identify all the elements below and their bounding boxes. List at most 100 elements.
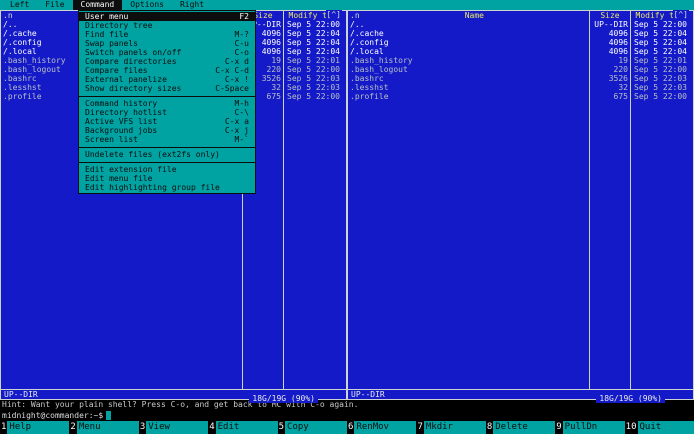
menu-item[interactable]: External panelize C-x ! [79, 75, 255, 84]
menu-item[interactable]: Undelete files (ext2fs only) [79, 150, 255, 159]
menu-item[interactable]: Switch panels on/off C-o [79, 48, 255, 57]
menu-item[interactable]: User menu F2 [79, 12, 255, 21]
file-mtime: Sep 5 22:00 [287, 65, 340, 74]
function-key-button[interactable]: 4 Edit [208, 421, 278, 434]
file-mtime: Sep 5 22:04 [287, 38, 340, 47]
menu-bar-item[interactable]: Options [122, 0, 172, 10]
command-line[interactable]: midnight@commander:~$ [0, 410, 694, 421]
file-row[interactable]: .profile 675 Sep 5 22:00 [348, 92, 693, 101]
menu-item-shortcut: C-x C-d [215, 66, 249, 75]
file-row[interactable]: .bash_history 19 Sep 5 22:01 [348, 56, 693, 65]
file-row[interactable]: /.local 4096 Sep 5 22:04 [348, 47, 693, 56]
function-key-button[interactable]: 10 Quit [625, 421, 694, 434]
function-key-button[interactable]: 9 PullDn [555, 421, 625, 434]
file-mtime: Sep 5 22:00 [287, 20, 340, 29]
menu-item[interactable]: Swap panels C-u [79, 39, 255, 48]
menu-item[interactable]: Find file M-? [79, 30, 255, 39]
function-key-label: View [146, 421, 209, 434]
panel-header: .n Name Size Modify time [348, 11, 693, 20]
function-key-button[interactable]: 1 Help [0, 421, 70, 434]
panel-history-icon[interactable]: [^] [325, 10, 342, 19]
menu-item-label: Swap panels [85, 39, 138, 48]
file-row[interactable]: /.cache 4096 Sep 5 22:04 [348, 29, 693, 38]
file-size: 4096 [589, 47, 631, 56]
file-row[interactable]: .bash_logout 220 Sep 5 22:00 [348, 65, 693, 74]
function-key-number: 7 [417, 422, 423, 432]
file-name: /.. [350, 20, 365, 29]
menu-item-label: Switch panels on/off [85, 48, 182, 57]
file-row[interactable]: .bashrc 3526 Sep 5 22:03 [348, 74, 693, 83]
menu-item-shortcut: C-o [234, 48, 249, 57]
menu-item[interactable]: Show directory sizes C-Space [79, 84, 255, 93]
file-name: /.config [350, 38, 389, 47]
function-key-button[interactable]: 6 RenMov [347, 421, 417, 434]
column-header-name[interactable]: Name [465, 11, 484, 20]
function-key-number: 8 [486, 422, 493, 432]
menu-item[interactable] [79, 93, 255, 97]
menu-bar-item[interactable]: Command [72, 0, 123, 10]
menu-item[interactable]: Background jobs C-x j [79, 126, 255, 135]
menu-item-shortcut: C-u [234, 39, 249, 48]
function-key-label: PullDn [562, 421, 625, 434]
menu-item[interactable]: Directory tree [79, 21, 255, 30]
menu-item[interactable]: Edit menu file [79, 174, 255, 183]
file-size: 220 [589, 65, 631, 74]
menu-item[interactable]: Active VFS list C-x a [79, 117, 255, 126]
file-row[interactable]: /.config 4096 Sep 5 22:04 [348, 38, 693, 47]
midnight-commander-screen: Left File Command Options Right [^] .n N… [0, 0, 694, 434]
menu-item-shortcut: M-? [234, 30, 249, 39]
function-key-number: 6 [348, 422, 354, 432]
menu-item-label: Directory tree [85, 21, 153, 30]
file-mtime: Sep 5 22:01 [287, 56, 340, 65]
menu-item-shortcut: C-\ [234, 108, 249, 117]
function-key-button[interactable]: 2 Menu [69, 421, 139, 434]
menu-item-shortcut: C-x d [224, 57, 249, 66]
menu-bar-item[interactable]: Right [172, 0, 212, 10]
menu-item[interactable]: Command history M-h [79, 99, 255, 108]
panel-right: [^] .n Name Size Modify time /.. UP--DIR… [347, 10, 694, 403]
menu-item-label: Command history [85, 99, 158, 108]
function-key-label: RenMov [354, 421, 417, 434]
menu-item[interactable]: Edit extension file [79, 165, 255, 174]
file-name: .profile [350, 92, 389, 101]
file-size: 19 [589, 56, 631, 65]
menu-item-shortcut: M-` [234, 135, 249, 144]
file-mtime: Sep 5 22:00 [634, 65, 687, 74]
sort-indicator[interactable]: .n [350, 11, 360, 20]
menu-item-label: Undelete files (ext2fs only) [85, 150, 220, 159]
menu-bar-item[interactable]: Left [2, 0, 37, 10]
file-mtime: Sep 5 22:04 [634, 29, 687, 38]
function-key-button[interactable]: 8 Delete [486, 421, 556, 434]
function-key-label: Help [7, 421, 70, 434]
menu-bar-item[interactable]: File [37, 0, 72, 10]
menu-item-label: Find file [85, 30, 129, 39]
file-mtime: Sep 5 22:04 [287, 47, 340, 56]
menu-item[interactable]: Edit highlighting group file [79, 183, 255, 192]
sort-indicator[interactable]: .n [3, 11, 13, 20]
menu-item[interactable] [79, 159, 255, 163]
file-row[interactable]: /.. UP--DIR Sep 5 22:00 [348, 20, 693, 29]
panel-history-icon[interactable]: [^] [672, 10, 689, 19]
menu-item[interactable]: Directory hotlist C-\ [79, 108, 255, 117]
function-key-button[interactable]: 7 Mkdir [416, 421, 486, 434]
file-name: /.local [350, 47, 384, 56]
menu-item-label: User menu [85, 12, 129, 21]
menu-item[interactable]: Screen list M-` [79, 135, 255, 144]
menu-item[interactable]: Compare directories C-x d [79, 57, 255, 66]
menu-item[interactable] [79, 144, 255, 148]
file-mtime: Sep 5 22:01 [634, 56, 687, 65]
file-mtime: Sep 5 22:00 [287, 92, 340, 101]
menu-item[interactable]: Compare files C-x C-d [79, 66, 255, 75]
file-row[interactable]: .lesshst 32 Sep 5 22:03 [348, 83, 693, 92]
column-header-size[interactable]: Size [589, 11, 631, 20]
function-key-label: Quit [637, 421, 694, 434]
text-cursor-block [106, 411, 112, 420]
file-size: 675 [589, 92, 631, 101]
function-key-button[interactable]: 3 View [139, 421, 209, 434]
command-menu-dropdown: User menu F2 Directory tree Find file M-… [78, 10, 256, 194]
function-key-label: Mkdir [423, 421, 486, 434]
menu-item-shortcut: M-h [234, 99, 249, 108]
menu-bar: Left File Command Options Right [0, 0, 694, 10]
function-key-button[interactable]: 5 Copy [278, 421, 348, 434]
function-key-label: Copy [285, 421, 348, 434]
